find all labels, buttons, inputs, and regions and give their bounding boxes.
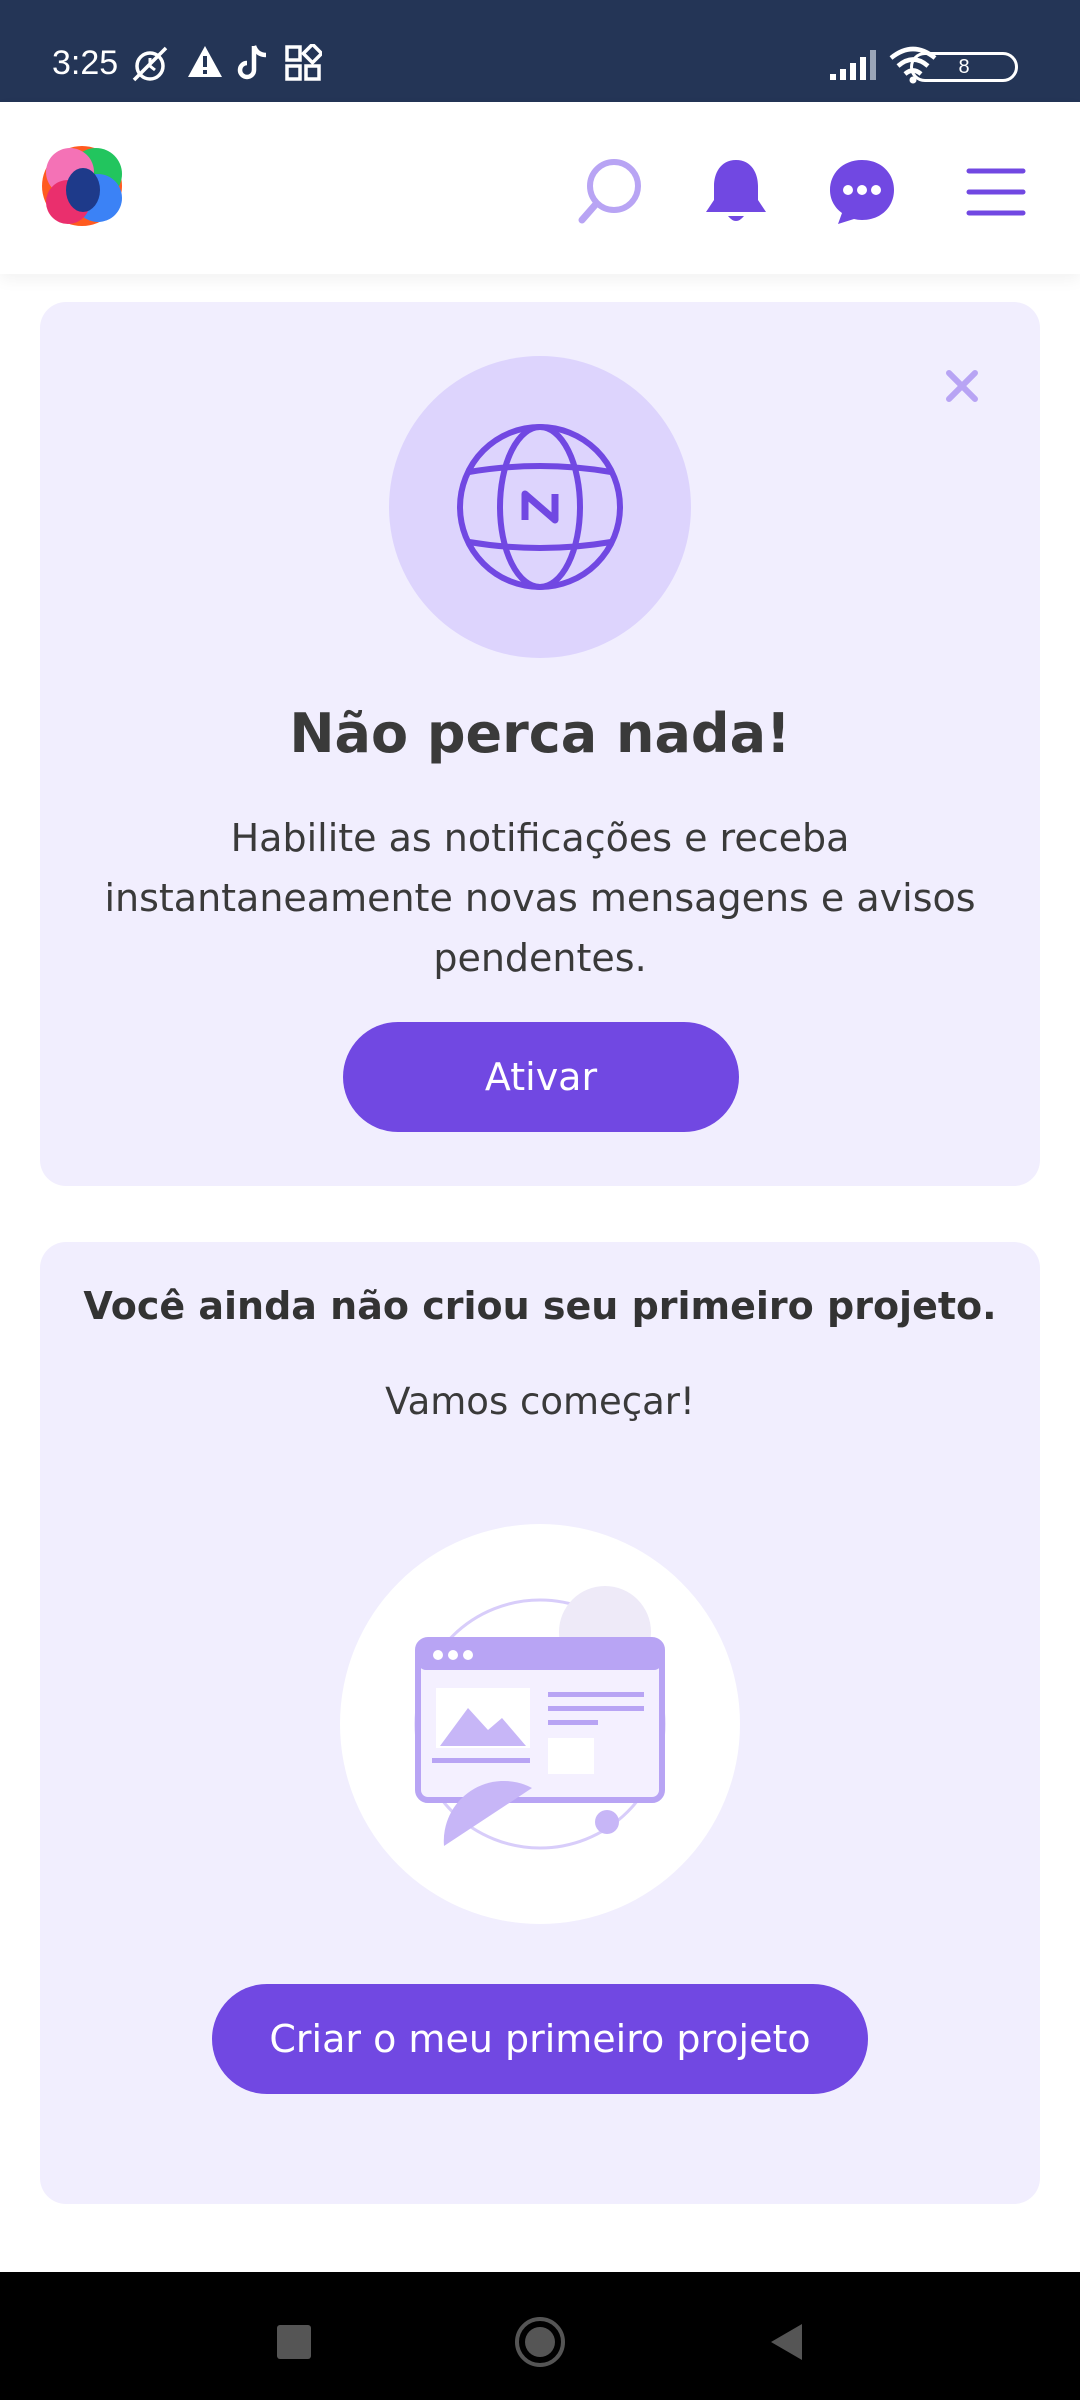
battery-icon: 8 [910,52,1018,82]
recents-icon [277,2325,311,2359]
browser-window-illustration [414,1586,666,1850]
home-button[interactable] [510,2312,570,2372]
signal-icon [828,48,878,86]
notification-title: Não perca nada! [289,702,791,765]
create-project-button[interactable]: Criar o meu primeiro projeto [212,1984,868,2094]
globe-badge [389,356,691,658]
menu-icon [966,168,1026,216]
status-bar: 3:25 8 [0,0,1080,102]
notification-card: Não perca nada! Habilite as notificações… [40,302,1040,1186]
app-header [0,102,1080,274]
close-button[interactable] [938,362,986,410]
chat-button[interactable] [822,152,902,232]
back-icon [771,2324,802,2360]
app-logo[interactable] [40,144,124,228]
search-icon [578,159,641,224]
apps-grid-icon [284,41,325,86]
chat-icon [830,160,894,224]
activate-button-label: Ativar [484,1055,598,1099]
battery-level: 8 [958,56,970,78]
home-icon [515,2317,565,2367]
close-icon [946,370,978,402]
bell-icon [706,160,766,221]
activate-button[interactable]: Ativar [343,1022,739,1132]
project-card: Você ainda não criou seu primeiro projet… [40,1242,1040,2204]
muted-alarm-icon [128,44,172,88]
illustration-circle [340,1524,740,1924]
globe-icon [457,424,623,590]
tiktok-icon [236,44,270,86]
recents-button[interactable] [264,2312,324,2372]
create-project-label: Criar o meu primeiro projeto [269,2017,811,2061]
project-empty-title: Você ainda não criou seu primeiro projet… [83,1284,997,1328]
back-button[interactable] [756,2312,816,2372]
notification-description: Habilite as notificações e receba instan… [104,816,976,980]
system-nav-bar [0,2272,1080,2400]
search-button[interactable] [572,152,652,232]
menu-button[interactable] [956,152,1036,232]
project-empty-subtitle: Vamos começar! [385,1380,695,1423]
status-time: 3:25 [52,44,119,82]
warning-icon [186,44,224,84]
notifications-button[interactable] [696,152,776,232]
